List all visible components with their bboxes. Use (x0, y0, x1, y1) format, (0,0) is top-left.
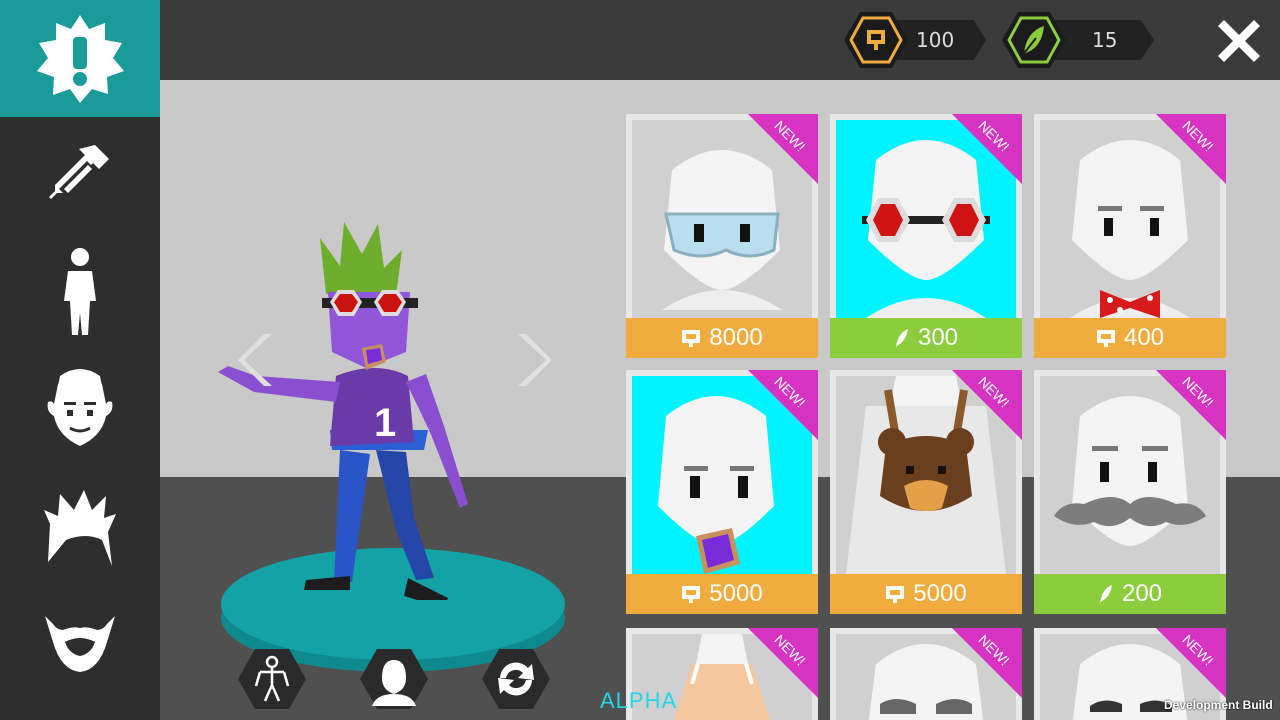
ticket-icon (682, 586, 701, 603)
feather-balance: 15 (1002, 10, 1154, 70)
development-build-label: Development Build (1164, 698, 1273, 712)
price-value: 200 (1121, 580, 1163, 607)
price-tag: 5000 (830, 574, 1022, 614)
item-card-red-goggles[interactable]: NEW! 300 (830, 114, 1022, 358)
rotate-left-arrow[interactable] (238, 330, 278, 390)
item-card-toast[interactable]: NEW! 5000 (626, 370, 818, 614)
full-body-view-button[interactable] (238, 648, 306, 710)
price-tag: 8000 (626, 318, 818, 358)
top-bar: 100 15 (160, 0, 1280, 80)
price-tag: 200 (1034, 574, 1226, 614)
ticket-icon (1096, 330, 1115, 347)
beard-icon (45, 616, 115, 672)
hair-icon (44, 490, 116, 566)
color-picker-button[interactable] (0, 117, 160, 237)
item-card-bear-backpack[interactable]: NEW! 5000 (830, 370, 1022, 614)
price-value: 5000 (709, 580, 763, 607)
hair-category-button[interactable] (0, 466, 160, 586)
feather-icon (895, 329, 908, 347)
price-value: 5000 (913, 580, 967, 607)
item-card-goggles[interactable]: NEW! 8000 (626, 114, 818, 358)
price-value: 400 (1123, 324, 1165, 351)
price-value: 300 (917, 324, 959, 351)
price-tag: 400 (1034, 318, 1226, 358)
head-view-button[interactable] (360, 648, 428, 710)
category-sidebar (0, 0, 160, 720)
ticket-balance: 100 (844, 10, 986, 70)
alert-button[interactable] (0, 0, 160, 117)
face-icon (47, 369, 113, 446)
item-card-bowtie[interactable]: NEW! 400 (1034, 114, 1226, 358)
beard-category-button[interactable] (0, 584, 160, 704)
eyedropper-icon (49, 145, 109, 199)
feather-icon (1002, 12, 1066, 68)
item-card-mustache[interactable]: NEW! 200 (1034, 370, 1226, 614)
alpha-label: ALPHA (600, 688, 678, 713)
rotate-view-button[interactable] (482, 648, 550, 710)
rotate-right-arrow[interactable] (512, 330, 552, 390)
svg-text:1: 1 (374, 401, 396, 445)
price-tag: 5000 (626, 574, 818, 614)
body-icon (64, 248, 96, 335)
face-category-button[interactable] (0, 348, 160, 468)
ticket-icon (682, 330, 701, 347)
ticket-icon (844, 12, 908, 68)
price-value: 8000 (709, 324, 763, 351)
feather-icon (1099, 585, 1112, 603)
body-category-button[interactable] (0, 232, 160, 352)
alert-badge-icon (37, 14, 124, 103)
item-card-eyebrows[interactable]: NEW! (830, 628, 1022, 720)
close-button[interactable] (1212, 14, 1266, 68)
ticket-icon (886, 586, 905, 603)
price-tag: 300 (830, 318, 1022, 358)
